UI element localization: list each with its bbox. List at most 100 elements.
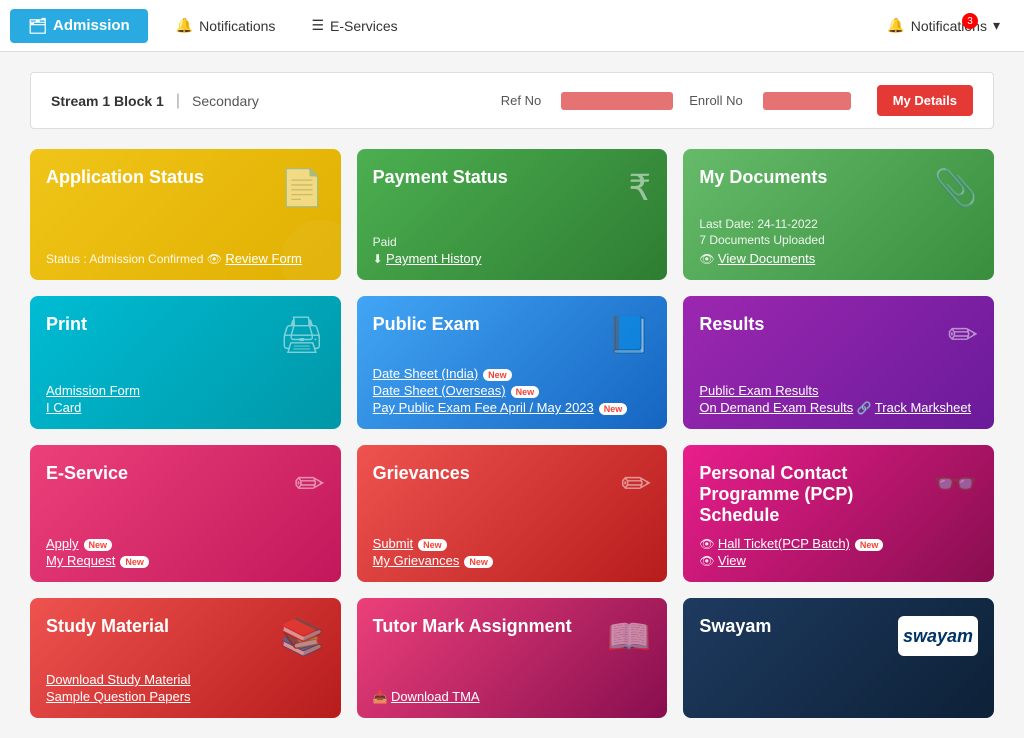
swayam-logo-text: swayam: [903, 626, 973, 647]
grievances-header: Grievances ✏: [373, 463, 652, 505]
my-request-link[interactable]: My Request: [46, 553, 115, 568]
new-badge-fee: New: [599, 403, 628, 415]
payment-status-body: Paid ⬇ Payment History: [373, 235, 652, 266]
nav-notifications[interactable]: 🔔 Notifications: [158, 9, 294, 42]
results-icon: ✏: [948, 314, 978, 356]
admission-label: Admission: [53, 17, 130, 34]
eservices-icon: ☰: [311, 17, 324, 34]
view-documents-link[interactable]: View Documents: [718, 251, 815, 266]
my-documents-title: My Documents: [699, 167, 827, 188]
nav-admission[interactable]: 🗂 Admission: [10, 9, 148, 43]
application-status-icon: 📄: [280, 167, 325, 209]
study-material-body: Download Study Material Sample Question …: [46, 670, 325, 704]
enroll-label: Enroll No: [689, 93, 742, 108]
tutor-mark-title: Tutor Mark Assignment: [373, 616, 572, 637]
bell-icon: 🔔: [176, 17, 193, 34]
pay-exam-fee-link[interactable]: Pay Public Exam Fee April / May 2023: [373, 400, 594, 415]
admission-icon: 🗂: [28, 17, 47, 35]
navbar: 🗂 Admission 🔔 Notifications ☰ E-Services…: [0, 0, 1024, 52]
breadcrumb-stream: Stream 1 Block 1: [51, 93, 164, 109]
date-sheet-india-link[interactable]: Date Sheet (India): [373, 366, 479, 381]
new-badge-overseas: New: [511, 386, 540, 398]
enroll-value: ————: [763, 92, 851, 110]
public-exam-body: Date Sheet (India) New Date Sheet (Overse…: [373, 364, 652, 415]
payment-icon: ₹: [628, 167, 651, 209]
breadcrumb-divider: |: [176, 92, 180, 110]
apply-link[interactable]: Apply: [46, 536, 79, 551]
last-date-text: Last Date: 24-11-2022: [699, 217, 978, 231]
pcp-view-link[interactable]: View: [718, 553, 746, 568]
pcp-card: Personal Contact Programme (PCP) Schedul…: [683, 445, 994, 582]
new-badge-request: New: [120, 556, 149, 568]
public-exam-icon: 📘: [607, 314, 652, 356]
notification-badge: 3: [962, 13, 978, 29]
download-tma-link[interactable]: Download TMA: [391, 689, 480, 704]
print-header: Print 🖨: [46, 314, 325, 356]
chevron-down-icon: ▾: [993, 17, 1000, 34]
ref-value: ——————: [561, 92, 673, 110]
payment-status-header: Payment Status ₹: [373, 167, 652, 209]
public-exam-results-link[interactable]: Public Exam Results: [699, 383, 818, 398]
tutor-mark-card: Tutor Mark Assignment 📖 📥 Download TMA: [357, 598, 668, 718]
on-demand-results-link[interactable]: On Demand Exam Results: [699, 400, 853, 415]
results-header: Results ✏: [699, 314, 978, 356]
swayam-title: Swayam: [699, 616, 771, 637]
tutor-mark-header: Tutor Mark Assignment 📖: [373, 616, 652, 658]
payment-status-title: Payment Status: [373, 167, 508, 188]
i-card-link[interactable]: I Card: [46, 400, 81, 415]
cards-grid: Application Status 📄 Status : Admission …: [30, 149, 994, 718]
date-sheet-overseas-link[interactable]: Date Sheet (Overseas): [373, 383, 506, 398]
my-grievances-link[interactable]: My Grievances: [373, 553, 460, 568]
nav-eservices-label: E-Services: [330, 18, 398, 34]
new-badge-submit: New: [418, 539, 447, 551]
application-status-header: Application Status 📄: [46, 167, 325, 209]
public-exam-header: Public Exam 📘: [373, 314, 652, 356]
print-title: Print: [46, 314, 87, 335]
download-study-link[interactable]: Download Study Material: [46, 672, 191, 687]
ref-enroll-section: Ref No —————— Enroll No ———— My Details: [501, 85, 973, 116]
print-body: Admission Form I Card: [46, 381, 325, 415]
payment-history-link[interactable]: Payment History: [386, 251, 481, 266]
new-badge-grievances: New: [464, 556, 493, 568]
eservice-body: ApplyNew My RequestNew: [46, 534, 325, 568]
grievances-icon: ✏: [621, 463, 651, 505]
eservice-card: E-Service ✏ ApplyNew My RequestNew: [30, 445, 341, 582]
pcp-body: 👁 Hall Ticket(PCP Batch)New 👁 View: [699, 534, 978, 568]
study-material-header: Study Material 📚: [46, 616, 325, 658]
hall-ticket-link[interactable]: Hall Ticket(PCP Batch): [718, 536, 850, 551]
print-card: Print 🖨 Admission Form I Card: [30, 296, 341, 429]
application-status-title: Application Status: [46, 167, 204, 188]
grievances-body: Submit New My Grievances New: [373, 534, 652, 568]
payment-status-card: Payment Status ₹ Paid ⬇ Payment History: [357, 149, 668, 280]
main-content: Stream 1 Block 1 | Secondary Ref No ————…: [0, 52, 1024, 738]
documents-icon: 📎: [933, 167, 978, 209]
pcp-icon: 👓: [933, 463, 978, 505]
uploaded-text: 7 Documents Uploaded: [699, 233, 978, 247]
my-documents-card: My Documents 📎 Last Date: 24-11-2022 7 D…: [683, 149, 994, 280]
track-marksheet-link[interactable]: Track Marksheet: [875, 400, 971, 415]
nav-right-notifications[interactable]: 🔔 3 Notifications ▾: [873, 9, 1014, 42]
tutor-mark-body: 📥 Download TMA: [373, 687, 652, 704]
new-badge-hall: New: [855, 539, 884, 551]
nav-eservices[interactable]: ☰ E-Services: [293, 9, 415, 42]
my-documents-header: My Documents 📎: [699, 167, 978, 209]
eservice-title: E-Service: [46, 463, 128, 484]
submit-link[interactable]: Submit: [373, 536, 413, 551]
sample-papers-link[interactable]: Sample Question Papers: [46, 689, 191, 704]
admission-form-link[interactable]: Admission Form: [46, 383, 140, 398]
swayam-card: Swayam swayam: [683, 598, 994, 718]
grievances-title: Grievances: [373, 463, 470, 484]
eservice-icon: ✏: [294, 463, 324, 505]
my-details-button[interactable]: My Details: [877, 85, 973, 116]
new-badge-india: New: [483, 369, 512, 381]
card-wave: [281, 220, 341, 280]
tutor-icon: 📖: [607, 616, 652, 658]
swayam-header: Swayam swayam: [699, 616, 978, 656]
public-exam-card: Public Exam 📘 Date Sheet (India) New Date…: [357, 296, 668, 429]
results-card: Results ✏ Public Exam Results On Demand …: [683, 296, 994, 429]
application-status-text: Status : Admission Confirmed: [46, 252, 203, 266]
grievances-card: Grievances ✏ Submit New My Grievances New: [357, 445, 668, 582]
nav-notifications-label: Notifications: [199, 18, 275, 34]
study-material-card: Study Material 📚 Download Study Material…: [30, 598, 341, 718]
print-icon: 🖨: [279, 314, 325, 356]
